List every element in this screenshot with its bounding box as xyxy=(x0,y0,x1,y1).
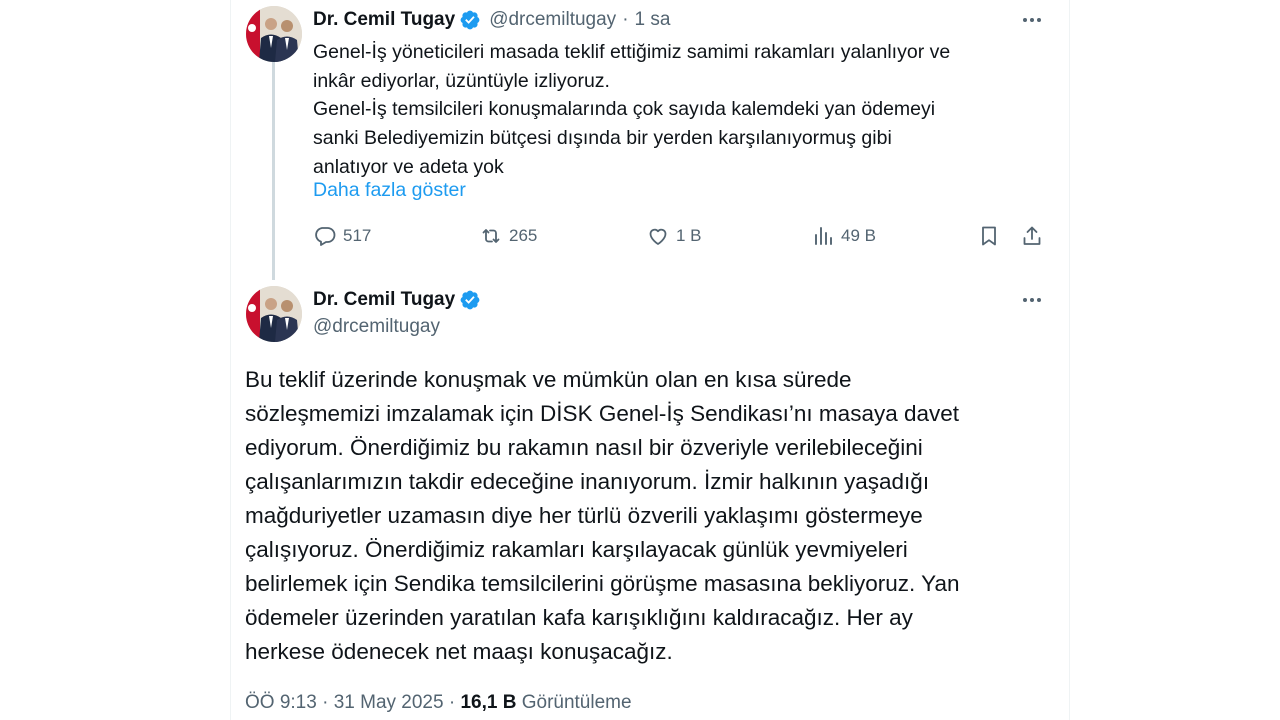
share-button[interactable] xyxy=(1020,224,1044,248)
view-count: 49 B xyxy=(841,226,876,245)
verified-badge-icon xyxy=(460,290,480,310)
separator-dot: · xyxy=(622,9,629,30)
share-icon xyxy=(1023,226,1041,245)
views-icon xyxy=(815,227,832,245)
author-name[interactable]: Dr. Cemil Tugay xyxy=(313,9,455,31)
tweet-time[interactable]: 1 sa xyxy=(635,9,671,31)
author-handle[interactable]: @drcemiltugay xyxy=(489,9,616,31)
bookmark-icon xyxy=(982,226,996,246)
tweet-view-count: 16,1 B xyxy=(460,692,517,713)
views-button[interactable]: 49 B xyxy=(811,224,876,248)
tweet-metadata: ÖÖ 9:13 · 31 May 2025 · 16,1 B Görüntüle… xyxy=(245,692,632,714)
reply-tweet-text: Genel-İş yöneticileri masada teklif etti… xyxy=(313,38,1043,182)
tweet-text-line: çalışanlarımızın takdir edeceğine inanıy… xyxy=(245,469,930,494)
like-count: 1 B xyxy=(676,226,702,245)
tweet-text-line: ödemeler üzerinden yaratılan kafa karışı… xyxy=(245,605,913,630)
more-options-icon[interactable] xyxy=(1019,287,1045,313)
reply-tweet-header: Dr. Cemil Tugay @drcemiltugay · 1 sa xyxy=(313,9,670,31)
like-icon xyxy=(649,228,667,245)
author-handle[interactable]: @drcemiltugay xyxy=(313,316,440,338)
repost-count: 265 xyxy=(509,226,538,245)
like-button[interactable]: 1 B xyxy=(646,224,702,248)
reply-icon xyxy=(315,227,336,246)
tweet-text-line: sözleşmemizi imzalamak için DİSK Genel-İ… xyxy=(245,401,960,426)
repost-button[interactable]: 265 xyxy=(479,224,537,248)
main-tweet-header: Dr. Cemil Tugay xyxy=(313,289,481,311)
tweet-text-line: çalışıyoruz. Önerdiğimiz rakamları karşı… xyxy=(245,537,908,562)
reply-button[interactable]: 517 xyxy=(313,224,371,248)
tweet-text-line: Genel-İş temsilcileri konuşmalarında çok… xyxy=(313,98,936,121)
thread-connector-line xyxy=(272,60,275,280)
tweet-text-line: anlatıyor ve adeta yok xyxy=(313,155,504,178)
tweet-view-label: Görüntüleme xyxy=(521,692,632,713)
bookmark-button[interactable] xyxy=(977,224,1001,248)
tweet-text-line: belirlemek için Sendika temsilcilerini g… xyxy=(245,571,960,596)
tweet-text-line: Genel-İş yöneticileri masada teklif etti… xyxy=(313,41,951,63)
more-options-icon[interactable] xyxy=(1019,7,1045,33)
tweet-text-line: herkese ödenecek net maaşı konuşacağız. xyxy=(245,639,673,664)
tweet-timestamp[interactable]: ÖÖ 9:13 · 31 May 2025 · xyxy=(245,692,455,713)
show-more-link[interactable]: Daha fazla göster xyxy=(313,179,466,202)
repost-icon xyxy=(482,229,500,243)
tweet-text-line: ediyorum. Önerdiğimiz bu rakamın nasıl b… xyxy=(245,435,923,460)
tweet-text-line: inkâr ediyorlar, üzüntüyle izliyoruz. xyxy=(313,69,610,92)
verified-badge-icon xyxy=(460,10,480,30)
author-avatar[interactable] xyxy=(246,286,302,342)
tweet-text-line: sanki Belediyemizin bütçesi dışında bir … xyxy=(313,127,892,150)
author-avatar[interactable] xyxy=(246,6,302,62)
reply-count: 517 xyxy=(343,226,372,245)
tweet-action-bar: 517 265 1 B 49 B xyxy=(313,224,1048,254)
tweet-text-line: Bu teklif üzerinde konuşmak ve mümkün ol… xyxy=(245,367,852,392)
main-tweet-text: Bu teklif üzerinde konuşmak ve mümkün ol… xyxy=(245,363,1045,669)
tweet-text-line: mağduriyetler uzamasın diye her türlü öz… xyxy=(245,503,923,528)
author-name[interactable]: Dr. Cemil Tugay xyxy=(313,289,455,311)
